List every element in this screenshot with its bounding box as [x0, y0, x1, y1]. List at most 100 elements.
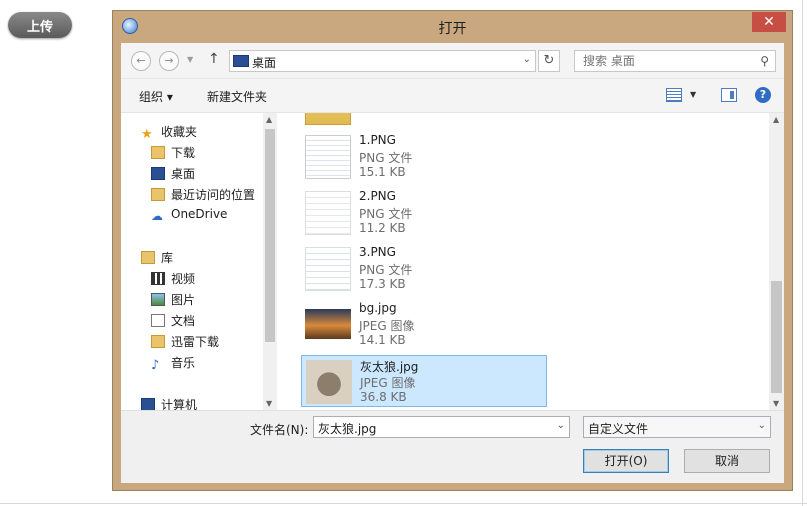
scroll-up-icon[interactable]: ▲ [266, 115, 272, 124]
jpg-thumbnail [306, 360, 352, 404]
navigation-pane: ★ 收藏夹 下载 桌面 最近访问的位置 ☁ OneDrive 库 视频 图片 文… [121, 113, 277, 410]
sidebar-item-onedrive[interactable]: ☁ OneDrive [151, 207, 227, 225]
sidebar-item-label: 桌面 [171, 167, 196, 181]
filename-field[interactable]: 灰太狼.jpg ⌄ [313, 416, 570, 438]
chevron-down-icon[interactable]: ⌄ [557, 420, 565, 431]
file-list-scrollbar[interactable]: ▲ ▼ [769, 113, 784, 410]
address-bar[interactable]: 桌面 ⌄ [229, 50, 536, 72]
computer-icon [141, 398, 155, 410]
refresh-button[interactable]: ↻ [538, 50, 560, 72]
upload-button[interactable]: 上传 [8, 12, 72, 38]
cloud-icon: ☁ [151, 209, 163, 223]
library-icon [141, 251, 155, 264]
scroll-down-icon[interactable]: ▼ [773, 399, 779, 408]
file-size: 15.1 KB [359, 165, 406, 179]
filter-value: 自定义文件 [588, 422, 649, 436]
open-file-dialog: 打开 ✕ ← → ▼ ↑ 桌面 ⌄ ↻ ⚲ [112, 10, 793, 491]
file-type: PNG 文件 [359, 151, 413, 165]
view-options-icon[interactable] [666, 88, 682, 102]
file-type: JPEG 图像 [359, 319, 415, 333]
png-thumbnail [305, 247, 351, 291]
sidebar-item-favorites[interactable]: ★ 收藏夹 [141, 123, 198, 142]
sidebar-item-label: 收藏夹 [161, 125, 198, 139]
sidebar-item-label: 视频 [171, 272, 196, 286]
scrollbar-thumb[interactable] [771, 281, 782, 393]
sidebar-item-label: 文档 [171, 314, 196, 328]
file-list: 文件夹 1.PNG PNG 文件 15.1 KB 2.PNG PNG 文件 11… [293, 113, 769, 410]
chevron-down-icon[interactable]: ⌄ [523, 54, 531, 65]
forward-button[interactable]: → [159, 51, 179, 71]
help-icon[interactable]: ? [755, 87, 771, 103]
picture-icon [151, 293, 165, 306]
file-size: 11.2 KB [359, 221, 406, 235]
open-button[interactable]: 打开(O) [583, 449, 669, 473]
back-button[interactable]: ← [131, 51, 151, 71]
navigation-bar: ← → ▼ ↑ 桌面 ⌄ ↻ ⚲ [121, 43, 784, 79]
dialog-client: ← → ▼ ↑ 桌面 ⌄ ↻ ⚲ 组织 ▾ 新建文件夹 [121, 43, 784, 483]
dialog-footer: 文件名(N): 灰太狼.jpg ⌄ 自定义文件 ⌄ 打开(O) 取消 [121, 410, 784, 483]
file-name: bg.jpg [359, 301, 397, 315]
sidebar-item-pictures[interactable]: 图片 [151, 291, 195, 309]
organize-button[interactable]: 组织 ▾ [139, 88, 173, 105]
list-item[interactable]: 3.PNG PNG 文件 17.3 KB [301, 243, 547, 295]
view-dropdown-icon[interactable]: ▼ [690, 90, 696, 99]
file-name: 2.PNG [359, 189, 396, 203]
file-name: 灰太狼.jpg [360, 360, 419, 374]
search-icon[interactable]: ⚲ [760, 54, 769, 68]
file-type: PNG 文件 [359, 207, 413, 221]
sidebar-item-downloads[interactable]: 下载 [151, 144, 195, 162]
download-folder-icon [151, 335, 165, 348]
sidebar-item-label: 计算机 [161, 398, 198, 410]
page: 上传 打开 ✕ ← → ▼ ↑ 桌面 ⌄ ↻ 搜索 桌面 ⚲ 组织 ▾ 新建文件… [0, 0, 807, 506]
file-type-filter[interactable]: 自定义文件 ⌄ [583, 416, 771, 438]
dialog-title: 打开 [438, 21, 467, 37]
preview-pane-icon[interactable] [721, 88, 737, 102]
file-size: 14.1 KB [359, 333, 406, 347]
sidebar-item-label: 音乐 [171, 356, 196, 370]
search-box[interactable]: ⚲ [574, 50, 776, 72]
page-bottom-border [0, 503, 807, 504]
desktop-icon [233, 55, 249, 67]
png-thumbnail [305, 191, 351, 235]
close-button[interactable]: ✕ [752, 12, 786, 32]
sidebar-item-computer[interactable]: 计算机 [141, 396, 197, 410]
list-item[interactable]: 文件夹 [301, 113, 547, 129]
list-item[interactable]: 1.PNG PNG 文件 15.1 KB [301, 131, 547, 183]
file-size: 36.8 KB [360, 390, 407, 404]
new-folder-button[interactable]: 新建文件夹 [207, 88, 267, 105]
list-item-selected[interactable]: 灰太狼.jpg JPEG 图像 36.8 KB [301, 355, 547, 407]
list-item[interactable]: 2.PNG PNG 文件 11.2 KB [301, 187, 547, 239]
cancel-button[interactable]: 取消 [684, 449, 770, 473]
file-size: 17.3 KB [359, 277, 406, 291]
sidebar-item-label: 迅雷下载 [171, 335, 220, 349]
sidebar-item-xunlei[interactable]: 迅雷下载 [151, 333, 219, 351]
download-folder-icon [151, 146, 165, 159]
folder-thumbnail-icon [305, 113, 351, 125]
sidebar-item-videos[interactable]: 视频 [151, 270, 195, 288]
star-icon: ★ [141, 127, 153, 142]
sidebar-item-desktop[interactable]: 桌面 [151, 165, 195, 183]
sidebar-item-music[interactable]: ♪ 音乐 [151, 354, 196, 373]
sidebar-item-libraries[interactable]: 库 [141, 249, 173, 267]
title-bar[interactable]: 打开 ✕ [113, 11, 792, 43]
scroll-up-icon[interactable]: ▲ [773, 115, 779, 124]
page-right-border [802, 0, 803, 506]
scroll-down-icon[interactable]: ▼ [266, 399, 272, 408]
chevron-down-icon[interactable]: ⌄ [758, 420, 766, 431]
recent-locations-dropdown-icon[interactable]: ▼ [187, 55, 193, 64]
command-bar: 组织 ▾ 新建文件夹 ▼ ? [121, 79, 784, 113]
sidebar-item-label: 库 [161, 251, 174, 265]
scrollbar-thumb[interactable] [265, 129, 275, 342]
recent-places-icon [151, 188, 165, 201]
sidebar-item-label: OneDrive [171, 207, 228, 221]
list-item[interactable]: bg.jpg JPEG 图像 14.1 KB [301, 299, 547, 351]
up-button[interactable]: ↑ [208, 51, 220, 67]
search-input[interactable] [575, 51, 745, 71]
sidebar-item-documents[interactable]: 文档 [151, 312, 195, 330]
music-note-icon: ♪ [151, 358, 160, 373]
sidebar-item-recent[interactable]: 最近访问的位置 [151, 186, 255, 204]
navigation-scrollbar[interactable]: ▲ ▼ [263, 113, 277, 410]
filename-label: 文件名(N): [250, 423, 309, 437]
address-text: 桌面 [252, 56, 277, 70]
png-thumbnail [305, 135, 351, 179]
